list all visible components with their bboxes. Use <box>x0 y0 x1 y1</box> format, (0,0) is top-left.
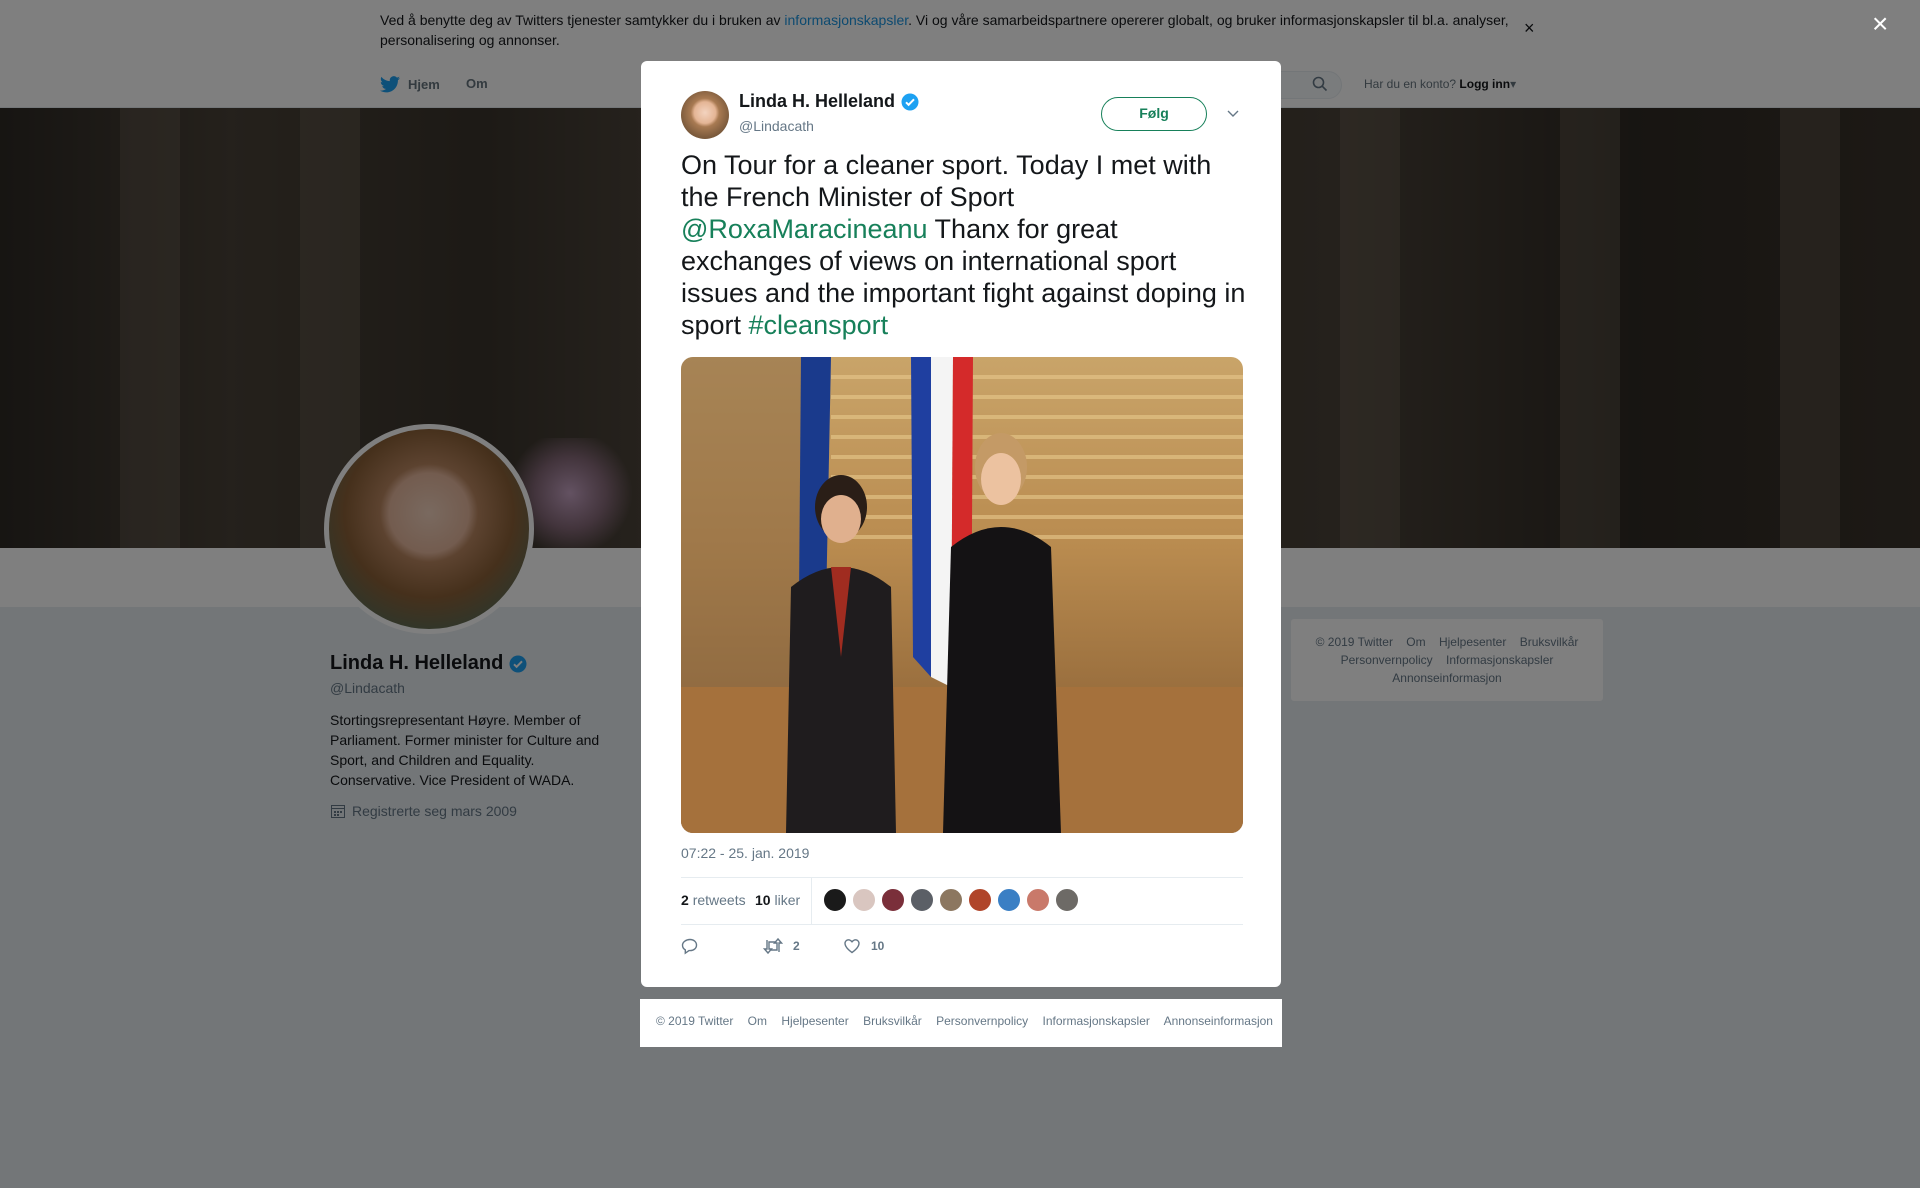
liker-avatar[interactable] <box>1026 888 1050 912</box>
liker-avatar[interactable] <box>910 888 934 912</box>
footer-link[interactable]: Om <box>748 1014 767 1028</box>
footer-link[interactable]: Informasjonskapsler <box>1043 1014 1150 1028</box>
footer-link[interactable]: Bruksvilkår <box>863 1014 922 1028</box>
footer-link[interactable]: Personvernpolicy <box>936 1014 1028 1028</box>
tweet-timestamp[interactable]: 07:22 - 25. jan. 2019 <box>681 845 809 861</box>
retweet-icon <box>763 937 783 955</box>
liker-avatar[interactable] <box>968 888 992 912</box>
reply-button[interactable] <box>681 937 699 955</box>
tweet-modal: Linda H. Helleland @Lindacath Følg On To… <box>641 61 1281 987</box>
like-count-stat[interactable]: 10 liker <box>755 892 800 908</box>
reply-icon <box>681 938 698 955</box>
tweet-photo-illustration <box>681 357 1243 833</box>
footer-link[interactable]: Hjelpesenter <box>781 1014 848 1028</box>
footer-link[interactable]: Annonseinformasjon <box>1164 1014 1273 1028</box>
tweet-actions: 2 10 <box>681 937 1243 961</box>
tweet-mention-link[interactable]: @RoxaMaracineanu <box>681 214 928 244</box>
liker-avatar[interactable] <box>881 888 905 912</box>
stats-divider <box>811 878 812 924</box>
retweet-count-stat[interactable]: 2 retweets <box>681 892 746 908</box>
liker-avatars <box>823 888 1079 912</box>
footer-link[interactable]: © 2019 Twitter <box>656 1014 733 1028</box>
liker-avatar[interactable] <box>1055 888 1079 912</box>
tweet-hashtag-link[interactable]: #cleansport <box>749 310 889 340</box>
like-action-count: 10 <box>871 939 885 953</box>
modal-footer: © 2019 Twitter Om Hjelpesenter Bruksvilk… <box>640 999 1282 1047</box>
tweet-stats: 2 retweets 10 liker <box>681 877 1243 925</box>
retweet-button[interactable]: 2 <box>763 937 800 955</box>
tweet-author-avatar[interactable] <box>681 91 729 139</box>
tweet-text: On Tour for a cleaner sport. Today I met… <box>681 150 1246 340</box>
follow-button[interactable]: Følg <box>1101 97 1207 131</box>
tweet-author-name-text: Linda H. Helleland <box>739 91 896 111</box>
liker-avatar[interactable] <box>939 888 963 912</box>
tweet-author-name[interactable]: Linda H. Helleland <box>739 91 919 112</box>
liker-avatar[interactable] <box>823 888 847 912</box>
overlay-close-button[interactable]: × <box>1872 10 1888 38</box>
liker-avatar[interactable] <box>997 888 1021 912</box>
tweet-author-handle[interactable]: @Lindacath <box>739 118 814 134</box>
heart-icon <box>844 939 860 954</box>
retweet-action-count: 2 <box>793 939 800 953</box>
liker-avatar[interactable] <box>852 888 876 912</box>
like-button[interactable]: 10 <box>843 937 884 955</box>
verified-badge-icon <box>901 93 919 110</box>
tweet-photo[interactable] <box>681 357 1243 833</box>
chevron-down-icon[interactable] <box>1225 105 1241 121</box>
